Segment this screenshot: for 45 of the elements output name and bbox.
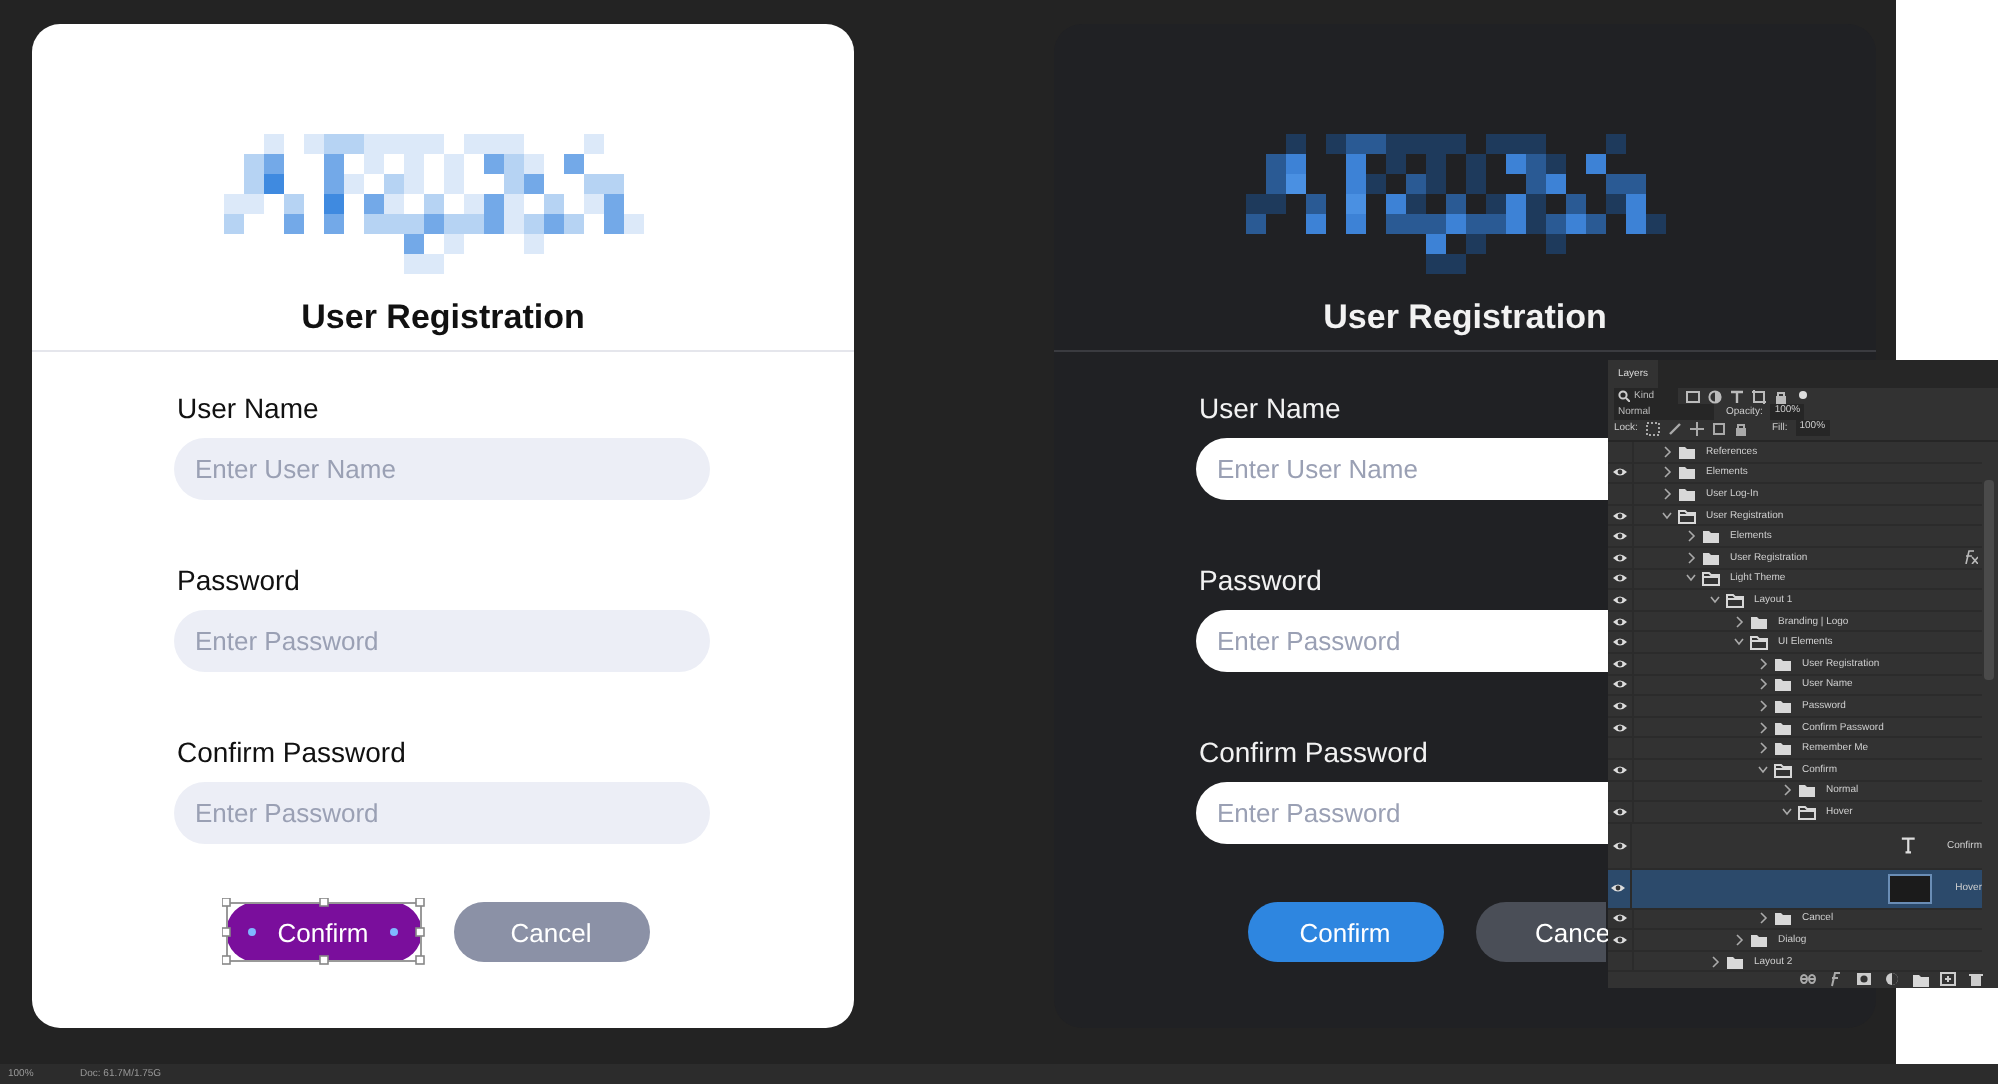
search-icon bbox=[1618, 390, 1630, 402]
lock-pixels-icon bbox=[1645, 421, 1660, 435]
field-label: Confirm Password bbox=[1199, 736, 1428, 770]
field-label: User Name bbox=[1199, 392, 1341, 426]
filter-toggle-icon bbox=[1796, 389, 1810, 403]
type-filter-icon bbox=[1730, 389, 1744, 403]
folder-icon bbox=[1702, 570, 1720, 587]
confirm-button[interactable]: Confirm bbox=[1247, 902, 1443, 962]
adjustment-filter-icon bbox=[1708, 389, 1722, 403]
artboard-icon bbox=[1711, 421, 1726, 435]
shape-filter-icon bbox=[1752, 389, 1766, 403]
layer-thumbnail bbox=[1888, 873, 1932, 904]
cancel-button[interactable]: Cance bbox=[1475, 902, 1605, 962]
folder-icon bbox=[1750, 634, 1768, 651]
brush-icon bbox=[1667, 421, 1682, 435]
folder-icon bbox=[1726, 591, 1744, 608]
field-label: User Name bbox=[177, 392, 319, 426]
input-field[interactable]: Enter Password bbox=[1195, 610, 1607, 672]
move-icon bbox=[1689, 421, 1704, 435]
fx-icon bbox=[1962, 550, 1978, 565]
field-label: Confirm Password bbox=[177, 736, 406, 770]
smart-object-filter-icon bbox=[1774, 389, 1788, 403]
link-icon bbox=[1800, 972, 1818, 989]
input-field[interactable]: Enter User Name bbox=[1195, 438, 1607, 500]
folder-icon bbox=[1774, 761, 1792, 778]
scroll-bar[interactable] bbox=[1984, 480, 1994, 680]
field-label: Password bbox=[1199, 564, 1322, 598]
folder-icon bbox=[1750, 613, 1768, 630]
new-layer-icon bbox=[1940, 972, 1958, 989]
dialog-title: User Registration bbox=[301, 298, 585, 340]
fx-icon bbox=[1828, 972, 1846, 989]
input-field[interactable]: Enter Password bbox=[173, 610, 709, 672]
input-field[interactable]: Enter User Name bbox=[173, 438, 709, 500]
folder-icon bbox=[1912, 972, 1930, 989]
folder-icon bbox=[1678, 507, 1696, 524]
input-field[interactable]: Enter Password bbox=[173, 782, 709, 844]
input-field[interactable]: Enter Password bbox=[1195, 782, 1607, 844]
dialog-title: User Registration bbox=[1323, 298, 1607, 340]
pixel-filter-icon bbox=[1686, 389, 1700, 403]
folder-icon bbox=[1798, 803, 1816, 820]
type-layer-icon bbox=[1900, 836, 1917, 855]
trash-icon bbox=[1968, 972, 1986, 989]
lock-icon bbox=[1733, 421, 1748, 435]
field-label: Password bbox=[177, 564, 300, 598]
folder-icon bbox=[1798, 782, 1816, 799]
